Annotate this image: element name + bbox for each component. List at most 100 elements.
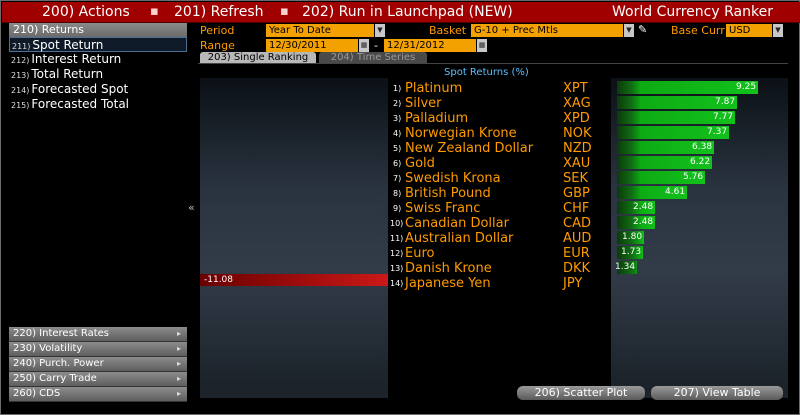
currency-code: XPT	[563, 81, 588, 96]
sidebar-section-cds[interactable]: 260) CDS ▸	[9, 387, 187, 402]
rank-number: 2)	[393, 99, 402, 108]
rank-number: 5)	[393, 144, 402, 153]
currency-name[interactable]: Euro	[405, 246, 434, 261]
chevron-right-icon: ▸	[176, 389, 181, 398]
currency-name[interactable]: Gold	[405, 156, 435, 171]
sidebar-item-label: Interest Return	[31, 52, 122, 66]
chevron-down-icon[interactable]: ▼	[375, 24, 385, 37]
chevron-down-icon[interactable]: ▼	[624, 24, 634, 37]
sidebar-item-spot-return[interactable]: 211) Spot Return	[9, 37, 187, 52]
menu-separator-icon: ▪	[280, 4, 289, 19]
base-currency-label: Base Curr	[671, 24, 725, 37]
return-value-label: 9.25	[736, 82, 757, 92]
currency-name[interactable]: Japanese Yen	[405, 276, 491, 291]
sidebar-item-number: 212)	[11, 56, 30, 65]
menu-separator-icon: ▪	[150, 4, 159, 19]
currency-code: GBP	[563, 186, 590, 201]
scatter-plot-button[interactable]: 206) Scatter Plot	[517, 386, 645, 400]
rank-number: 8)	[393, 189, 402, 198]
currency-code: AUD	[563, 231, 592, 246]
sidebar-section-volatility[interactable]: 230) Volatility ▸	[9, 342, 187, 357]
currency-name[interactable]: Swedish Krona	[405, 171, 501, 186]
currency-code: SEK	[563, 171, 588, 186]
range-dash: -	[374, 39, 378, 52]
sidebar-item-number: 213)	[11, 71, 30, 80]
chart-title: Spot Returns (%)	[444, 67, 529, 78]
sidebar-item-number: 214)	[11, 86, 30, 95]
currency-name[interactable]: Platinum	[405, 81, 462, 96]
sidebar-sections: 220) Interest Rates ▸ 230) Volatility ▸ 24…	[9, 327, 187, 402]
currency-name[interactable]: Swiss Franc	[405, 201, 480, 216]
sidebar-item-label: Forecasted Spot	[31, 82, 129, 96]
sidebar-item-label: Spot Return	[32, 38, 104, 52]
sidebar-section-interest-rates[interactable]: 220) Interest Rates ▸	[9, 327, 187, 342]
currency-code: NOK	[563, 126, 592, 141]
sidebar-section-label: 230) Volatility	[13, 343, 83, 354]
rank-number: 4)	[393, 129, 402, 138]
launchpad-button[interactable]: 202) Run in Launchpad (NEW)	[302, 4, 513, 20]
currency-name[interactable]: New Zealand Dollar	[405, 141, 533, 156]
rank-number: 10)	[390, 219, 404, 228]
currency-code: NZD	[563, 141, 592, 156]
return-value-label: 1.80	[622, 232, 643, 242]
return-value-label: 2.48	[633, 202, 654, 212]
title-bar: 200) Actions ▪ 201) Refresh ▪ 202) Run i…	[2, 2, 800, 23]
currency-name[interactable]: Silver	[405, 96, 442, 111]
calendar-icon[interactable]: ▦	[359, 39, 369, 52]
rank-number: 3)	[393, 114, 402, 123]
sidebar-item-total-return[interactable]: 213) Total Return	[9, 67, 187, 82]
currency-code: EUR	[563, 246, 590, 261]
calendar-icon[interactable]: ▦	[477, 39, 487, 52]
currency-code: CAD	[563, 216, 591, 231]
rank-number: 14)	[390, 279, 404, 288]
currency-code: XAG	[563, 96, 591, 111]
currency-name[interactable]: Palladium	[405, 111, 468, 126]
return-value-label: 6.22	[690, 157, 711, 167]
sidebar-section-carry-trade[interactable]: 250) Carry Trade ▸	[9, 372, 187, 387]
return-value-label: 7.77	[713, 112, 734, 122]
app-window: 200) Actions ▪ 201) Refresh ▪ 202) Run i…	[0, 0, 800, 415]
view-table-button[interactable]: 207) View Table	[651, 386, 783, 400]
sidebar-section-purch-power[interactable]: 240) Purch. Power ▸	[9, 357, 187, 372]
edit-pencil-icon[interactable]: ✎	[638, 23, 647, 36]
period-select[interactable]: Year To Date	[266, 24, 374, 37]
range-label: Range	[200, 39, 235, 52]
sidebar-section-label: 260) CDS	[13, 388, 61, 399]
collapse-sidebar-icon[interactable]: «	[188, 201, 195, 214]
negative-area-background	[200, 78, 388, 398]
sidebar-item-forecasted-spot[interactable]: 214) Forecasted Spot	[9, 82, 187, 97]
rank-number: 6)	[393, 159, 402, 168]
currency-name[interactable]: Danish Krone	[405, 261, 492, 276]
currency-name[interactable]: Australian Dollar	[405, 231, 513, 246]
sidebar-header-returns[interactable]: 210) Returns	[9, 23, 187, 37]
range-end-field[interactable]: 12/31/2012	[384, 39, 476, 52]
currency-name[interactable]: Norwegian Krone	[405, 126, 517, 141]
currency-name[interactable]: British Pound	[405, 186, 491, 201]
sidebar-item-forecasted-total[interactable]: 215) Forecasted Total	[9, 97, 187, 112]
sidebar-returns-list: 211) Spot Return 212) Interest Return 213)…	[9, 37, 187, 112]
sidebar-item-label: Forecasted Total	[31, 97, 130, 111]
base-currency-select[interactable]: USD	[726, 24, 772, 37]
sidebar-item-interest-return[interactable]: 212) Interest Return	[9, 52, 187, 67]
sidebar-section-label: 250) Carry Trade	[13, 373, 97, 384]
currency-code: XPD	[563, 111, 590, 126]
return-value-label: 6.38	[692, 142, 713, 152]
rank-number: 11)	[390, 234, 404, 243]
currency-code: DKK	[563, 261, 591, 276]
range-start-field[interactable]: 12/30/2011	[266, 39, 358, 52]
sidebar-item-number: 211)	[12, 42, 31, 51]
refresh-button[interactable]: 201) Refresh	[174, 4, 264, 20]
currency-code: XAU	[563, 156, 591, 171]
sidebar: 210) Returns 211) Spot Return 212) Interes…	[9, 23, 187, 402]
rank-number: 7)	[393, 174, 402, 183]
chevron-right-icon: ▸	[176, 329, 181, 338]
chevron-right-icon: ▸	[176, 359, 181, 368]
chevron-right-icon: ▸	[176, 344, 181, 353]
actions-menu[interactable]: 200) Actions	[42, 4, 130, 20]
chevron-down-icon[interactable]: ▼	[773, 24, 783, 37]
currency-name[interactable]: Canadian Dollar	[405, 216, 509, 231]
basket-select[interactable]: G-10 + Prec Mtls	[471, 24, 623, 37]
return-value-label: 7.37	[707, 127, 728, 137]
rank-number: 9)	[393, 204, 402, 213]
return-value-label: 5.76	[683, 172, 704, 182]
